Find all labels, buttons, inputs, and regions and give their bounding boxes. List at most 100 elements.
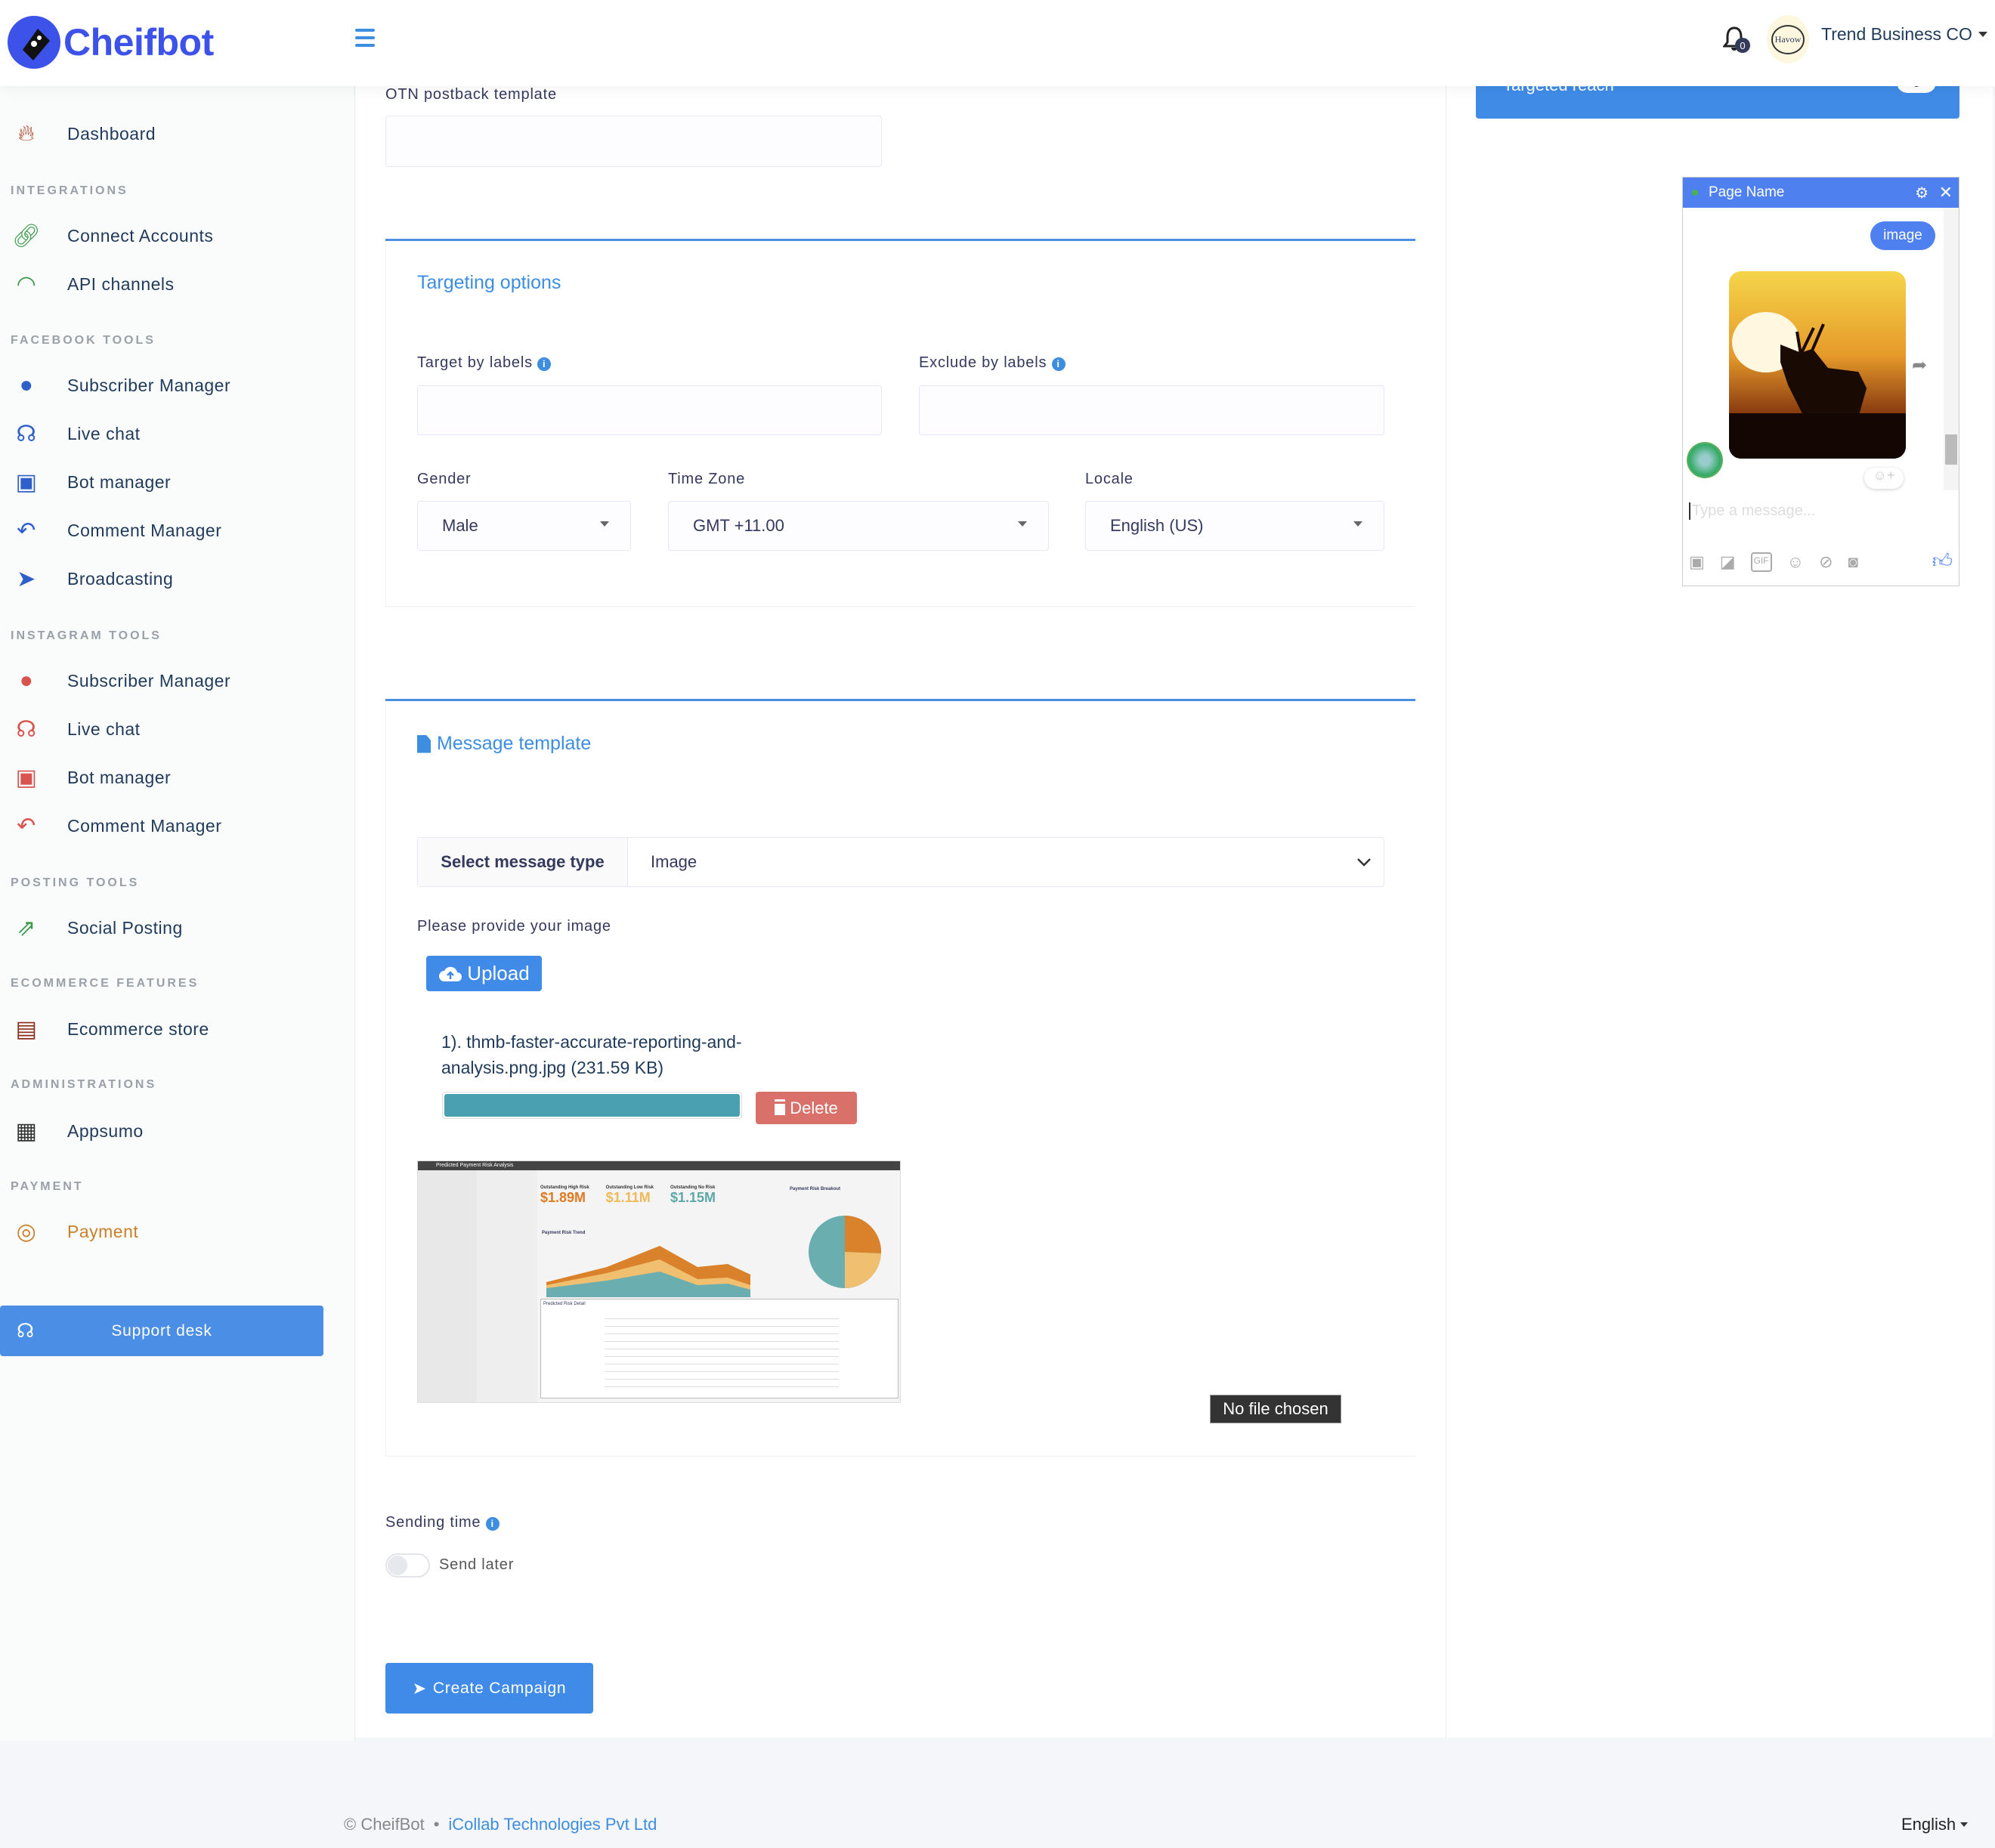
notification-bell-icon[interactable]: 0 bbox=[1721, 26, 1750, 56]
photo-icon[interactable]: ▣ bbox=[1689, 552, 1705, 572]
sidebar-item-api-channels[interactable]: ◠ API channels bbox=[0, 265, 355, 303]
exclude-labels-input[interactable] bbox=[919, 385, 1384, 435]
uploaded-image-preview: Predicted Payment Risk Analysis Outstand… bbox=[417, 1160, 901, 1403]
thumb-kpi-value: $1.15M bbox=[670, 1190, 716, 1205]
sidebar-item-comment-manager[interactable]: ↶ Comment Manager bbox=[0, 807, 355, 845]
preview-scrollbar[interactable] bbox=[1944, 208, 1959, 490]
create-campaign-button[interactable]: ➤ Create Campaign bbox=[385, 1663, 593, 1714]
otn-template-input[interactable] bbox=[385, 116, 882, 167]
delete-label: Delete bbox=[790, 1098, 838, 1117]
sidebar-item-bot-manager[interactable]: ▣ Bot manager bbox=[0, 759, 355, 796]
file-icon bbox=[417, 734, 431, 753]
id-card-icon: ▦ bbox=[15, 1118, 38, 1144]
timezone-select[interactable]: GMT +11.00 bbox=[668, 501, 1049, 551]
cloud-upload-icon bbox=[439, 966, 462, 981]
sidebar-item-label: Live chat bbox=[67, 718, 141, 739]
thumb-kpi-value: $1.89M bbox=[540, 1190, 586, 1205]
sidebar-item-live-chat[interactable]: ☊ Live chat bbox=[0, 710, 355, 748]
attach-icon[interactable]: ⊘ bbox=[1819, 552, 1833, 572]
sidebar-item-label: Subscriber Manager bbox=[67, 670, 231, 691]
company-link[interactable]: iCollab Technologies Pvt Ltd bbox=[448, 1815, 657, 1834]
sidebar-item-label: Connect Accounts bbox=[67, 225, 214, 246]
reaction-icon[interactable]: ☺+ bbox=[1864, 468, 1904, 489]
paper-plane-icon: ➤ bbox=[17, 566, 36, 592]
info-icon[interactable]: i bbox=[485, 1517, 500, 1531]
fire-icon: 🔥︎ bbox=[17, 121, 36, 146]
robot-icon: ▣ bbox=[15, 765, 38, 790]
sidebar-item-subscriber-manager[interactable]: ● Subscriber Manager bbox=[0, 366, 355, 404]
info-icon[interactable]: i bbox=[537, 357, 552, 371]
thumb-titlebar: Predicted Payment Risk Analysis bbox=[418, 1161, 900, 1170]
footer-separator: • bbox=[433, 1815, 440, 1834]
chef-logo-icon bbox=[8, 16, 60, 69]
support-desk-label: Support desk bbox=[111, 1321, 212, 1340]
account-dropdown[interactable]: Trend Business CO bbox=[1821, 24, 1987, 45]
caret-down-icon bbox=[600, 521, 609, 527]
top-header: Cheifbot 0 Havow Trend Business CO bbox=[0, 0, 1995, 86]
upload-progress-bar bbox=[442, 1092, 742, 1119]
user-circle-icon: ● bbox=[19, 372, 34, 397]
headset-icon: ☊ bbox=[16, 716, 37, 742]
close-icon[interactable]: ✕ bbox=[1939, 183, 1953, 202]
support-desk-button[interactable]: ☊ Support desk bbox=[0, 1306, 323, 1356]
share-icon[interactable]: ➦ bbox=[1912, 354, 1927, 376]
locale-label: Locale bbox=[1085, 471, 1134, 487]
sidebar-item-dashboard[interactable]: 🔥︎ Dashboard bbox=[0, 115, 355, 153]
gif-icon[interactable]: GIF bbox=[1750, 552, 1772, 572]
sidebar-item-label: Social Posting bbox=[67, 917, 183, 938]
locale-value: English (US) bbox=[1110, 516, 1204, 535]
wifi-icon: ◠ bbox=[16, 271, 37, 297]
thumb-pie-chart bbox=[809, 1216, 882, 1288]
sidebar-item-payment[interactable]: ◎ Payment bbox=[0, 1213, 355, 1250]
hamburger-menu-icon[interactable] bbox=[355, 29, 375, 47]
language-dropdown[interactable]: English bbox=[1901, 1815, 1969, 1834]
messenger-preview: Page Name ⚙ ✕ image ➦ ☺+ Type a message.… bbox=[1682, 177, 1959, 586]
headset-icon: ☊ bbox=[17, 1319, 35, 1342]
gear-icon[interactable]: ⚙ bbox=[1915, 184, 1929, 202]
upload-progress-fill bbox=[444, 1094, 740, 1117]
emoji-icon[interactable]: ☺ bbox=[1787, 552, 1804, 572]
message-input[interactable]: Type a message... bbox=[1689, 502, 1815, 520]
sidebar-item-subscriber-manager[interactable]: ● Subscriber Manager bbox=[0, 662, 355, 700]
sidebar-item-bot-manager[interactable]: ▣ Bot manager bbox=[0, 463, 355, 501]
paper-plane-icon: ➤ bbox=[412, 1678, 427, 1698]
sticker-icon[interactable]: ◪ bbox=[1720, 552, 1736, 572]
headset-icon: ☊ bbox=[16, 421, 37, 447]
no-file-chosen-tooltip: No file chosen bbox=[1210, 1395, 1341, 1423]
sidebar-item-label: Comment Manager bbox=[67, 520, 222, 540]
sidebar-item-social-posting[interactable]: ⇗ Social Posting bbox=[0, 909, 355, 947]
sidebar-item-label: Bot manager bbox=[67, 471, 172, 492]
thumbs-up-icon[interactable]: 👍︎ bbox=[1932, 549, 1953, 573]
locale-select[interactable]: English (US) bbox=[1085, 501, 1384, 551]
camera-icon[interactable]: ◙ bbox=[1848, 552, 1858, 572]
caret-down-icon bbox=[1353, 521, 1362, 527]
image-bubble: image bbox=[1870, 221, 1935, 250]
create-campaign-label: Create Campaign bbox=[432, 1679, 567, 1697]
link-icon: 🔗︎ bbox=[11, 223, 42, 249]
target-labels-input[interactable] bbox=[417, 385, 882, 435]
uploaded-file-name: 1). thmb-faster-accurate-reporting-and-a… bbox=[441, 1032, 742, 1077]
sidebar-item-broadcasting[interactable]: ➤ Broadcasting bbox=[0, 560, 355, 598]
sidebar-item-connect-accounts[interactable]: 🔗︎ Connect Accounts bbox=[0, 217, 355, 255]
sending-time-label: Sending time i bbox=[385, 1514, 500, 1531]
sidebar-item-label: Appsumo bbox=[67, 1120, 144, 1141]
sidebar-section-label: INTEGRATIONS bbox=[11, 184, 128, 197]
target-by-labels-text: Target by labels bbox=[417, 354, 533, 371]
sidebar-item-live-chat[interactable]: ☊ Live chat bbox=[0, 415, 355, 453]
sidebar-item-ecommerce-store[interactable]: ▤ Ecommerce store bbox=[0, 1010, 355, 1048]
account-avatar[interactable]: Havow bbox=[1767, 15, 1809, 63]
upload-button[interactable]: Upload bbox=[426, 956, 542, 991]
otn-label: OTN postback template bbox=[385, 86, 557, 103]
send-later-toggle[interactable] bbox=[385, 1553, 430, 1578]
delete-file-button[interactable]: Delete bbox=[756, 1092, 857, 1124]
brand-logo[interactable]: Cheifbot bbox=[6, 14, 214, 71]
sidebar-item-label: Live chat bbox=[67, 423, 141, 443]
timezone-value: GMT +11.00 bbox=[693, 516, 784, 535]
thumb-area-chart bbox=[546, 1246, 750, 1297]
sidebar-item-appsumo[interactable]: ▦ Appsumo bbox=[0, 1112, 355, 1150]
sidebar-item-comment-manager[interactable]: ↶ Comment Manager bbox=[0, 511, 355, 549]
message-type-select[interactable]: Image bbox=[628, 838, 1384, 886]
gender-select[interactable]: Male bbox=[417, 501, 631, 551]
info-icon[interactable]: i bbox=[1051, 357, 1066, 371]
gender-label: Gender bbox=[417, 471, 472, 487]
